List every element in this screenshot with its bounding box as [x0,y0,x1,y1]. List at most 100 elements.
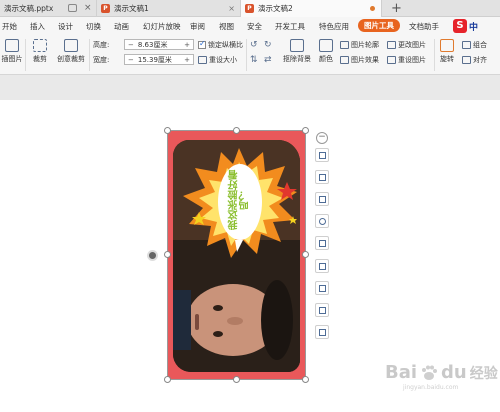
flip-horizontal-icon[interactable]: ⇄ [264,55,272,65]
color-button[interactable]: 颜色 [316,39,336,64]
new-tab-plus-icon[interactable]: + [391,1,402,16]
group-label: 组合 [473,41,487,49]
reset-picture-label: 重设图片 [398,56,426,64]
menu-home[interactable]: 开始 [2,21,17,32]
menu-special[interactable]: 特色应用 [319,21,349,32]
reset-size-button[interactable]: 重设大小 [198,55,237,65]
selected-picture[interactable]: 我这张脸好看吗？ [167,130,306,380]
remove-bg-label: 抠除背景 [283,55,311,63]
height-value[interactable]: 8.63厘米 [138,40,180,50]
resize-handle-top-right[interactable] [302,127,309,134]
menu-view[interactable]: 视图 [219,21,234,32]
menu-design[interactable]: 设计 [58,21,73,32]
increase-icon[interactable]: + [184,41,190,49]
decrease-icon[interactable]: − [128,56,134,64]
width-stepper[interactable]: − 15.39厘米 + [124,54,194,65]
tab-label: 演示文稿1 [114,4,149,13]
picture-effect-label: 图片效果 [351,56,379,64]
side-edit-button[interactable] [315,325,329,339]
baidu-paw-icon [422,365,438,380]
resize-handle-bottom-left[interactable] [164,376,171,383]
checkbox-checked-icon[interactable] [198,39,206,49]
menu-developer[interactable]: 开发工具 [275,21,305,32]
collapse-toolbar-icon[interactable]: − [316,132,328,144]
crop-button[interactable]: 裁剪 [30,39,50,64]
lock-ratio-label: 锁定纵横比 [208,41,243,49]
creative-crop-button[interactable]: 创意裁剪 [56,39,86,64]
close-tab-icon[interactable]: × [228,4,235,13]
crop-icon [33,39,47,52]
side-zoom-button[interactable] [315,214,329,228]
resize-handle-bottom[interactable] [233,376,240,383]
resize-handle-right[interactable] [302,251,309,258]
flip-vertical-icon[interactable]: ⇅ [250,55,258,65]
change-picture-button[interactable]: 更改图片 [387,40,426,50]
menu-slideshow[interactable]: 幻灯片放映 [143,21,181,32]
insert-image-button[interactable]: 插图片 [0,39,24,64]
side-picture-button[interactable] [315,236,329,250]
reset-size-icon [198,56,207,64]
resize-handle-bottom-right[interactable] [302,376,309,383]
menu-security[interactable]: 安全 [247,21,262,32]
unsaved-dot-icon [370,6,375,11]
picture-effect-button[interactable]: 图片效果 [340,55,379,65]
menu-review[interactable]: 审阅 [190,21,205,32]
rotate-button[interactable]: 旋转 [437,39,457,64]
remove-background-button[interactable]: 抠除背景 [280,39,314,64]
side-format-button[interactable] [315,303,329,317]
format-icon [319,307,326,314]
divider [246,39,247,71]
group-icon [462,41,471,49]
side-image-to-text-button[interactable] [315,170,329,184]
group-button[interactable]: 组合 [462,40,487,50]
reset-picture-icon [387,56,396,64]
side-crop-button[interactable] [315,148,329,162]
edit-icon [319,329,326,336]
close-tab-icon[interactable]: × [84,3,92,13]
lock-aspect-ratio-checkbox[interactable]: 锁定纵横比 [198,39,243,50]
menu-bar: 开始 插入 设计 切换 动画 幻灯片放映 审阅 视图 安全 开发工具 特色应用 … [0,17,500,35]
change-picture-icon [387,41,396,49]
reset-picture-button[interactable]: 重设图片 [387,55,426,65]
watermark-url: jingyan.baidu.com [403,384,459,391]
resize-handle-top-left[interactable] [164,127,171,134]
picture-outline-button[interactable]: 图片轮廓 [340,40,379,50]
resize-handle-top[interactable] [233,127,240,134]
tab-presentation-2[interactable]: P 演示文稿2 [240,0,382,17]
divider [434,39,435,71]
workspace-gap [0,76,500,100]
divider [89,39,90,71]
resize-handle-left[interactable] [164,251,171,258]
increase-icon[interactable]: + [184,56,190,64]
effects-icon [319,263,326,270]
menu-picture-tools[interactable]: 图片工具 [358,19,400,32]
sogou-ime-badge[interactable]: S 中 [453,18,500,34]
sogou-logo-icon: S [453,19,467,33]
menu-insert[interactable]: 插入 [30,21,45,32]
tab-presentation-1[interactable]: P 演示文稿1 × [96,0,240,17]
crop-icon [319,152,326,159]
decrease-icon[interactable]: − [128,41,134,49]
width-value[interactable]: 15.39厘米 [138,55,180,65]
menu-doc-assistant[interactable]: 文档助手 [409,21,439,32]
align-button[interactable]: 对齐 [462,55,487,65]
picture-tools-ribbon: 插图片 裁剪 创意裁剪 高度: − 8.63厘米 + 宽度: − 15.39厘米… [0,35,500,75]
height-label: 高度: [93,41,110,49]
style-icon [319,285,326,292]
rotate-icon [440,39,454,52]
rotate-label: 旋转 [440,55,454,63]
width-label: 宽度: [93,56,110,64]
side-style-button[interactable] [315,281,329,295]
document-tab-bar: 演示文稿.pptx × P 演示文稿1 × P 演示文稿2 + [0,0,500,17]
menu-animation[interactable]: 动画 [114,21,129,32]
rotate-right-icon[interactable]: ↻ [264,40,272,50]
height-stepper[interactable]: − 8.63厘米 + [124,39,194,50]
side-layout-button[interactable] [315,192,329,206]
rotate-handle-icon[interactable] [147,250,158,261]
menu-transition[interactable]: 切换 [86,21,101,32]
side-effects-button[interactable] [315,259,329,273]
ime-mode: 中 [469,22,479,33]
remove-background-icon [290,39,304,52]
rotate-left-icon[interactable]: ↺ [250,40,258,50]
comment-icon[interactable] [68,4,77,12]
